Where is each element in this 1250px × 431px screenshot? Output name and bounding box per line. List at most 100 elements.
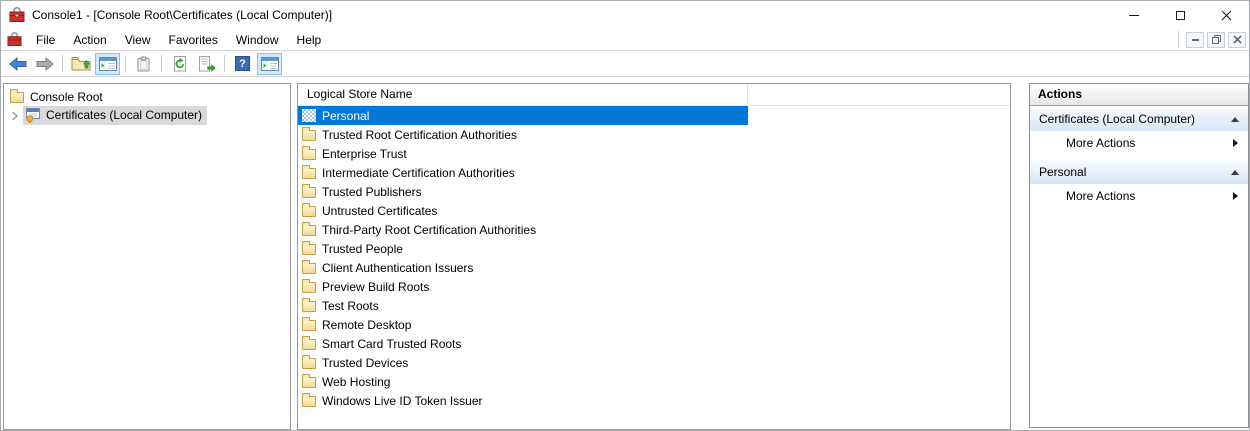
mdi-restore-button[interactable] [1207, 32, 1225, 48]
actions-pane-title: Actions [1030, 84, 1248, 106]
maximize-icon [1176, 11, 1185, 20]
back-icon [9, 57, 27, 71]
console-tree-pane: Console Root Certificates (Local Compu [3, 83, 291, 430]
list-item-label: Trusted People [322, 242, 403, 256]
mdi-close-button[interactable] [1228, 32, 1246, 48]
close-button[interactable] [1203, 1, 1249, 29]
tree-item-console-root[interactable]: Console Root [4, 87, 290, 106]
list-item[interactable]: Trusted People [298, 239, 748, 258]
actions-section-title: Certificates (Local Computer) [1039, 112, 1231, 126]
list-item[interactable]: Client Authentication Issuers [298, 258, 748, 277]
column-divider[interactable] [747, 84, 748, 105]
minimize-button[interactable] [1111, 1, 1157, 29]
list-item-label: Trusted Devices [322, 356, 408, 370]
mmc-window: Console1 - [Console Root\Certificates (L… [0, 0, 1250, 431]
window-title: Console1 - [Console Root\Certificates (L… [32, 8, 332, 22]
store-folder-icon [302, 168, 316, 179]
up-one-level-button[interactable] [68, 53, 93, 75]
list-item[interactable]: Intermediate Certification Authorities [298, 163, 748, 182]
store-folder-icon [302, 339, 316, 350]
more-actions-certificates[interactable]: More Actions [1030, 131, 1248, 155]
list-item-label: Enterprise Trust [322, 147, 407, 161]
close-icon [1221, 10, 1232, 21]
toolbar-separator [161, 55, 162, 72]
collapse-arrow-icon[interactable] [1231, 170, 1239, 175]
forward-button[interactable] [32, 53, 57, 75]
tree-item-certificates[interactable]: Certificates (Local Computer) [4, 106, 290, 125]
menu-item[interactable]: View [116, 29, 160, 51]
store-list: Personal Trusted Root Certification Auth… [298, 106, 1010, 410]
list-item-label: Trusted Root Certification Authorities [322, 128, 517, 142]
folder-icon [10, 92, 24, 103]
list-item[interactable]: Enterprise Trust [298, 144, 748, 163]
content-area: Console Root Certificates (Local Compu [1, 78, 1249, 430]
export-list-button[interactable] [194, 53, 219, 75]
list-item-label: Untrusted Certificates [322, 204, 437, 218]
list-item-label: Trusted Publishers [322, 185, 422, 199]
list-item[interactable]: Trusted Publishers [298, 182, 748, 201]
list-item[interactable]: Personal [298, 106, 748, 125]
submenu-arrow-icon [1233, 139, 1238, 147]
column-header-logical-store-name[interactable]: Logical Store Name [298, 84, 1010, 106]
store-folder-icon [302, 149, 316, 160]
expand-chevron-icon[interactable] [7, 111, 23, 121]
collapse-arrow-icon[interactable] [1231, 117, 1239, 122]
list-item[interactable]: Preview Build Roots [298, 277, 748, 296]
mmc-toolbox-icon [9, 7, 25, 23]
menu-item[interactable]: Action [64, 29, 115, 51]
actions-pane: Actions Certificates (Local Computer) Mo… [1029, 83, 1249, 428]
clipboard-button[interactable] [131, 53, 156, 75]
maximize-button[interactable] [1157, 1, 1203, 29]
menu-item[interactable]: File [27, 29, 64, 51]
toolbar [1, 51, 1249, 77]
menu-item[interactable]: Favorites [160, 29, 227, 51]
store-list-pane: Logical Store Name Personal Trusted Root… [297, 83, 1011, 430]
up-one-level-icon [71, 56, 91, 71]
toolbar-separator [62, 55, 63, 72]
show-hide-console-tree-button[interactable] [95, 53, 120, 75]
show-hide-action-pane-button[interactable] [257, 53, 282, 75]
minimize-icon [1129, 15, 1139, 16]
list-item[interactable]: Windows Live ID Token Issuer [298, 391, 748, 410]
actions-section-personal[interactable]: Personal [1030, 160, 1248, 184]
export-list-icon [198, 56, 216, 72]
store-folder-icon [302, 396, 316, 407]
column-header-label: Logical Store Name [307, 87, 412, 101]
mdi-minimize-button[interactable] [1186, 32, 1204, 48]
actions-section-title: Personal [1039, 165, 1231, 179]
menu-item[interactable]: Help [288, 29, 331, 51]
list-item-label: Web Hosting [322, 375, 390, 389]
list-item[interactable]: Trusted Devices [298, 353, 748, 372]
mdi-restore-icon [1211, 34, 1222, 45]
list-item[interactable]: Trusted Root Certification Authorities [298, 125, 748, 144]
mdi-close-icon [1233, 35, 1242, 44]
help-button[interactable] [230, 53, 255, 75]
store-folder-icon [302, 301, 316, 312]
list-item[interactable]: Third-Party Root Certification Authoriti… [298, 220, 748, 239]
list-item-label: Test Roots [322, 299, 379, 313]
list-item[interactable]: Test Roots [298, 296, 748, 315]
store-folder-icon [302, 187, 316, 198]
store-folder-icon [302, 282, 316, 293]
store-folder-icon [302, 130, 316, 141]
list-item[interactable]: Remote Desktop [298, 315, 748, 334]
menu-item[interactable]: Window [227, 29, 288, 51]
toolbar-separator [224, 55, 225, 72]
list-item[interactable]: Smart Card Trusted Roots [298, 334, 748, 353]
tree-selection: Certificates (Local Computer) [23, 106, 207, 125]
back-button[interactable] [5, 53, 30, 75]
toolbar-separator [125, 55, 126, 72]
list-item[interactable]: Web Hosting [298, 372, 748, 391]
store-folder-icon [302, 109, 316, 122]
list-item[interactable]: Untrusted Certificates [298, 201, 748, 220]
store-folder-icon [302, 358, 316, 369]
more-actions-personal[interactable]: More Actions [1030, 184, 1248, 208]
list-item-label: Windows Live ID Token Issuer [322, 394, 483, 408]
action-pane-icon [261, 57, 279, 71]
menu-bar: File Action View Favorites Window Help [1, 29, 1249, 51]
store-folder-icon [302, 206, 316, 217]
actions-section-certificates[interactable]: Certificates (Local Computer) [1030, 107, 1248, 131]
store-folder-icon [302, 377, 316, 388]
refresh-button[interactable] [167, 53, 192, 75]
list-item-label: Personal [322, 109, 369, 123]
